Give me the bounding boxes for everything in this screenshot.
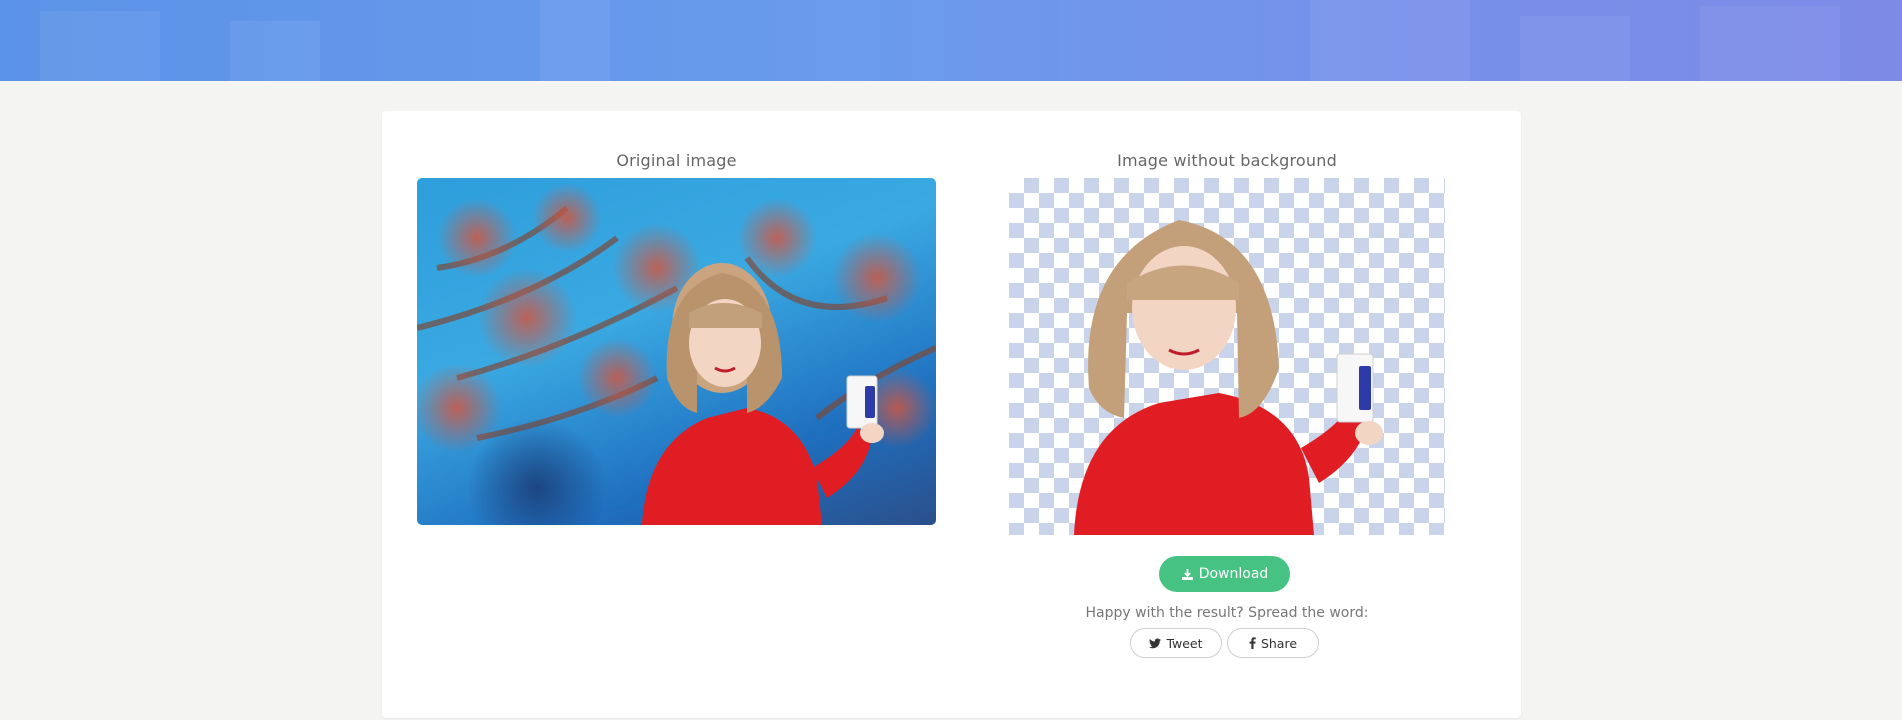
tweet-button[interactable]: Tweet [1130, 628, 1222, 658]
share-label: Share [1260, 635, 1298, 651]
original-image [417, 178, 936, 525]
original-image-title: Original image [616, 151, 737, 170]
result-image-title: Image without background [1117, 151, 1337, 170]
facebook-icon [1249, 637, 1256, 649]
download-icon [1181, 568, 1194, 581]
result-image [1009, 178, 1445, 535]
header-banner [0, 0, 1902, 81]
original-photo [417, 183, 936, 525]
facebook-share-button[interactable]: Share [1227, 628, 1319, 658]
tweet-label: Tweet [1166, 635, 1203, 651]
download-label: Download [1198, 566, 1269, 582]
twitter-icon [1149, 638, 1162, 649]
share-prompt: Happy with the result? Spread the word: [1085, 605, 1369, 621]
result-photo [1074, 220, 1383, 535]
download-button[interactable]: Download [1159, 556, 1290, 592]
